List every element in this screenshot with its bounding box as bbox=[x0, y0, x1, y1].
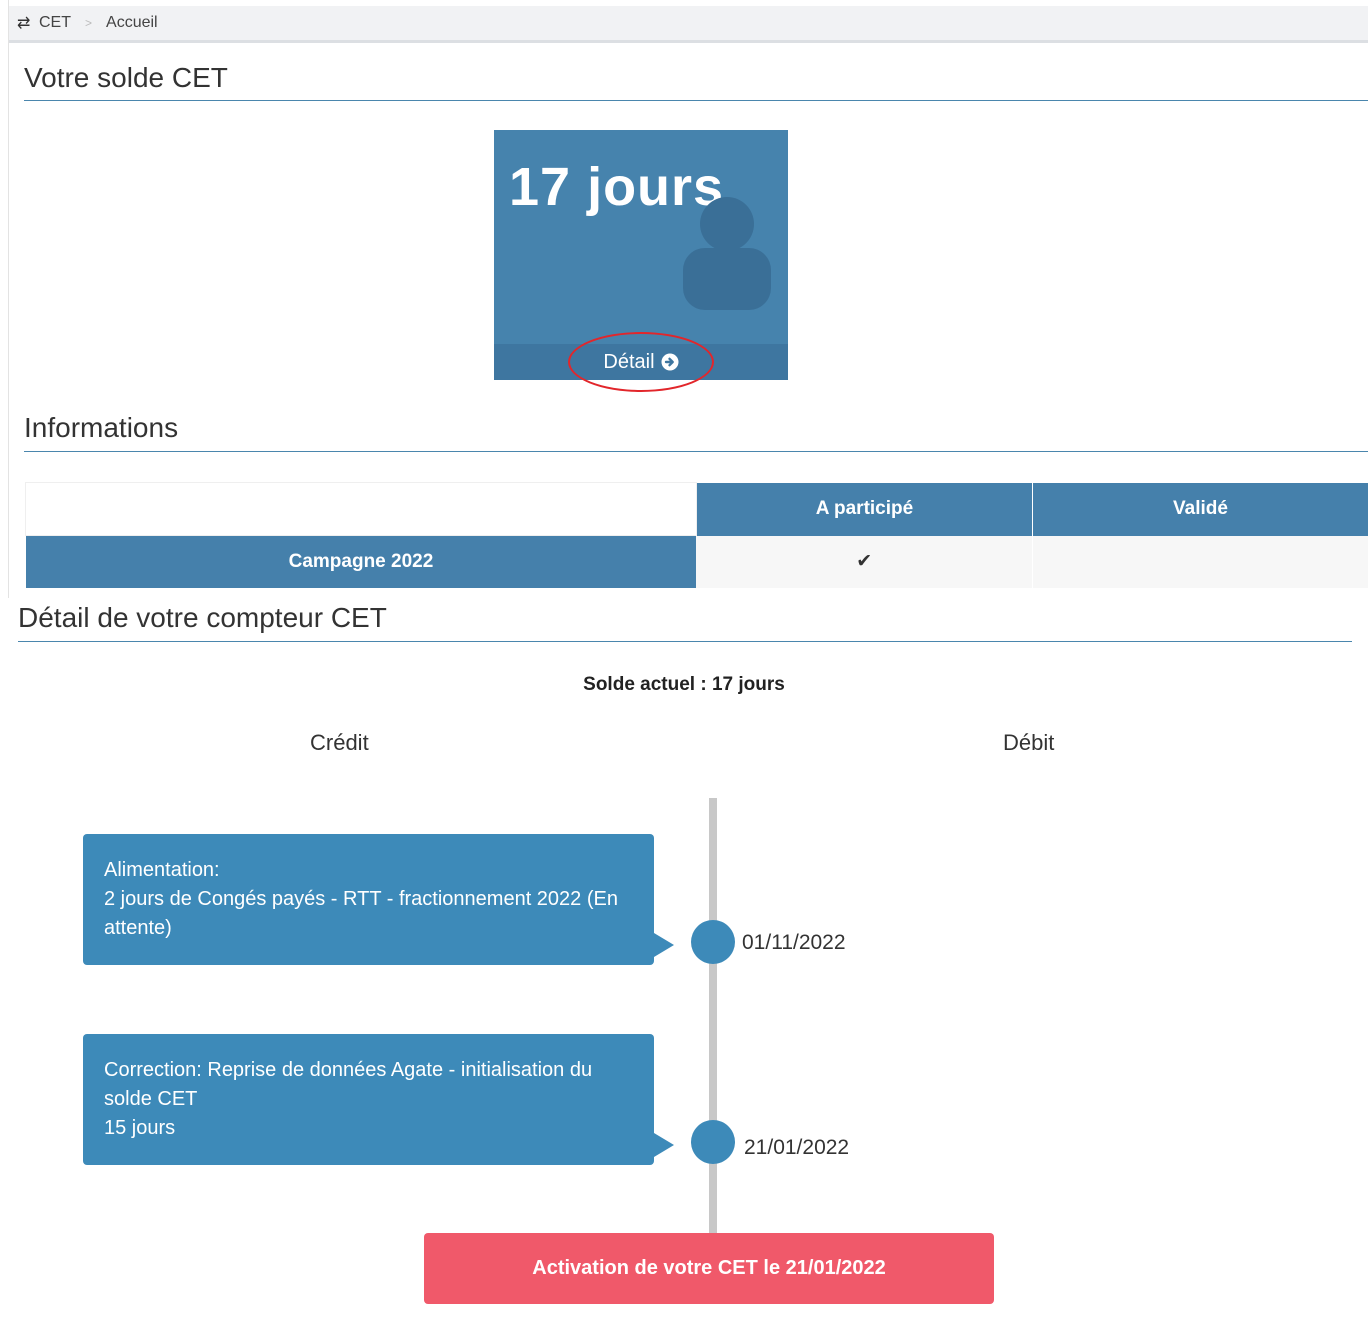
event-type: Correction: Reprise de données Agate - i… bbox=[104, 1059, 593, 1110]
row-label-campagne: Campagne 2022 bbox=[25, 535, 697, 588]
solde-title: Votre solde CET bbox=[24, 62, 228, 93]
event-description: 2 jours de Congés payés - RTT - fraction… bbox=[104, 888, 618, 939]
column-header-participe: A participé bbox=[696, 482, 1033, 536]
event-date: 01/11/2022 bbox=[742, 931, 846, 954]
informations-title-rule bbox=[24, 451, 1368, 452]
table-row: Campagne 2022 ✔ bbox=[25, 535, 1368, 588]
participated-check-icon: ✔ bbox=[696, 535, 1033, 588]
credit-label: Crédit bbox=[310, 730, 369, 755]
solde-title-rule bbox=[24, 100, 1368, 101]
top-panel: ⇄ CET > Accueil Votre solde CET 17 jours… bbox=[8, 0, 1368, 598]
activation-banner: Activation de votre CET le 21/01/2022 bbox=[424, 1233, 994, 1304]
solde-actuel: Solde actuel : 17 jours bbox=[583, 674, 785, 695]
table-header-row: A participé Validé bbox=[25, 482, 1368, 536]
timeline-event-correction: Correction: Reprise de données Agate - i… bbox=[83, 1034, 674, 1165]
event-type: Alimentation: bbox=[104, 859, 220, 881]
event-date: 21/01/2022 bbox=[744, 1136, 850, 1159]
debit-label: Débit bbox=[1003, 730, 1055, 755]
breadcrumb-root[interactable]: CET bbox=[39, 14, 71, 32]
table-corner bbox=[25, 482, 697, 536]
column-header-valide: Validé bbox=[1032, 482, 1368, 536]
breadcrumb-separator: > bbox=[85, 16, 93, 30]
informations-table: A participé Validé Campagne 2022 ✔ bbox=[25, 482, 1368, 588]
timeline-event-credit: Alimentation: 2 jours de Congés payés - … bbox=[83, 834, 674, 965]
detail-title: Détail de votre compteur CET bbox=[18, 602, 387, 633]
informations-title: Informations bbox=[24, 412, 179, 443]
timeline-dot bbox=[691, 920, 735, 964]
validated-cell bbox=[1032, 535, 1368, 588]
person-icon bbox=[683, 197, 771, 310]
swap-arrows-icon[interactable]: ⇄ bbox=[17, 13, 39, 33]
event-description: 15 jours bbox=[104, 1117, 176, 1139]
breadcrumb-current: Accueil bbox=[106, 14, 158, 31]
timeline-dot bbox=[691, 1120, 735, 1164]
bottom-panel: Détail de votre compteur CET Solde actue… bbox=[0, 598, 1368, 1325]
detail-title-rule bbox=[18, 641, 1352, 642]
breadcrumb: ⇄ CET > Accueil bbox=[9, 6, 1368, 43]
timeline-line bbox=[709, 798, 717, 1238]
highlight-ellipse bbox=[568, 332, 714, 392]
